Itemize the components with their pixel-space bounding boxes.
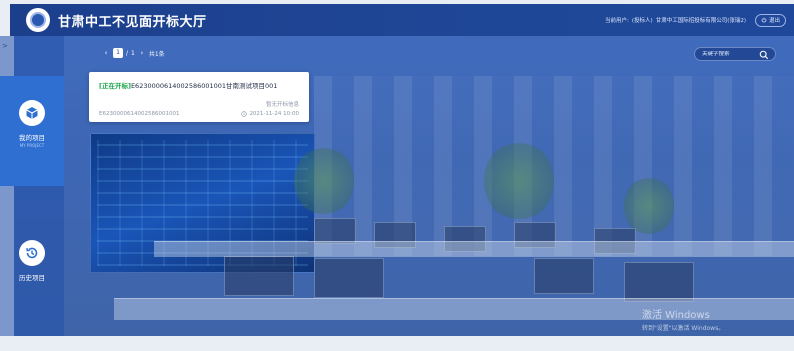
sidebar-item-history-projects[interactable]: 历史项目 bbox=[0, 216, 64, 316]
next-page-button[interactable]: › bbox=[138, 49, 146, 57]
history-icon bbox=[19, 240, 45, 266]
watermark-line1: 激活 Windows bbox=[642, 310, 710, 321]
background-desk-row bbox=[154, 241, 794, 257]
sidebar-item-sublabel: MY PROJECT bbox=[19, 143, 45, 148]
background-monitor bbox=[314, 258, 384, 298]
search-input[interactable] bbox=[702, 51, 756, 57]
project-status-badge: [正在开标] bbox=[99, 82, 131, 90]
sidebar: 我的项目 MY PROJECT 历史项目 bbox=[0, 36, 64, 336]
exit-button[interactable]: 退出 bbox=[754, 13, 786, 27]
background-monitor bbox=[624, 262, 694, 302]
app-title: 甘肃中工不见面开标大厅 bbox=[58, 14, 207, 30]
page-separator: / bbox=[126, 49, 129, 57]
pagination: ‹ 1 / 1 › 共1条 bbox=[102, 48, 165, 58]
project-time: 2021-11-24 10:00 bbox=[241, 111, 299, 117]
cube-icon bbox=[19, 100, 45, 126]
sidebar-item-my-projects[interactable]: 我的项目 MY PROJECT bbox=[0, 76, 64, 186]
background-plant bbox=[624, 176, 674, 236]
windows-activation-watermark: 激活 Windows 转到"设置"以激活 Windows。 bbox=[642, 306, 724, 332]
current-user-label: 当前用户: bbox=[605, 18, 629, 24]
user-info: 当前用户: (投标人) 甘肃中工国际招投标有限公司(张瑞2) 退出 bbox=[605, 13, 794, 27]
user-role: (投标人) bbox=[631, 18, 653, 24]
background-monitor bbox=[224, 256, 294, 296]
background-monitor bbox=[534, 258, 594, 294]
project-card-title: [正在开标]E6230000614002586001001甘南测试项目001 bbox=[99, 80, 277, 90]
background-plant bbox=[484, 141, 554, 221]
project-card[interactable]: [正在开标]E6230000614002586001001甘南测试项目001 暂… bbox=[89, 72, 309, 122]
sidebar-item-label: 我的项目 bbox=[19, 134, 45, 142]
app-frame: > 甘肃中工不见面开标大厅 当前用户: (投标人) 甘肃中工国际招投标有限公司(… bbox=[0, 0, 794, 351]
prev-page-button[interactable]: ‹ bbox=[102, 49, 110, 57]
user-name: 甘肃中工国际招投标有限公司(张瑞2) bbox=[655, 18, 746, 24]
watermark-line2: 转到"设置"以激活 Windows。 bbox=[642, 325, 725, 332]
exit-label: 退出 bbox=[768, 18, 780, 24]
search-box bbox=[694, 47, 776, 61]
project-code: E6230000614002586001001 bbox=[99, 111, 180, 117]
sidebar-item-label: 历史项目 bbox=[19, 274, 45, 282]
project-time-value: 2021-11-24 10:00 bbox=[249, 111, 299, 117]
logo-emblem-icon bbox=[30, 12, 46, 28]
total-pages: 1 bbox=[131, 49, 135, 57]
search-icon[interactable] bbox=[759, 50, 769, 60]
project-name: E6230000614002586001001甘南测试项目001 bbox=[130, 82, 278, 90]
background-plant bbox=[294, 146, 354, 216]
total-count: 共1条 bbox=[148, 50, 165, 58]
current-page-input[interactable]: 1 bbox=[113, 48, 123, 58]
clock-icon bbox=[241, 111, 248, 117]
bid-opening-state: 暂无开标信息 bbox=[265, 102, 299, 108]
app-logo bbox=[26, 8, 50, 32]
power-icon bbox=[761, 17, 767, 23]
top-header: 甘肃中工不见面开标大厅 当前用户: (投标人) 甘肃中工国际招投标有限公司(张瑞… bbox=[10, 4, 794, 36]
